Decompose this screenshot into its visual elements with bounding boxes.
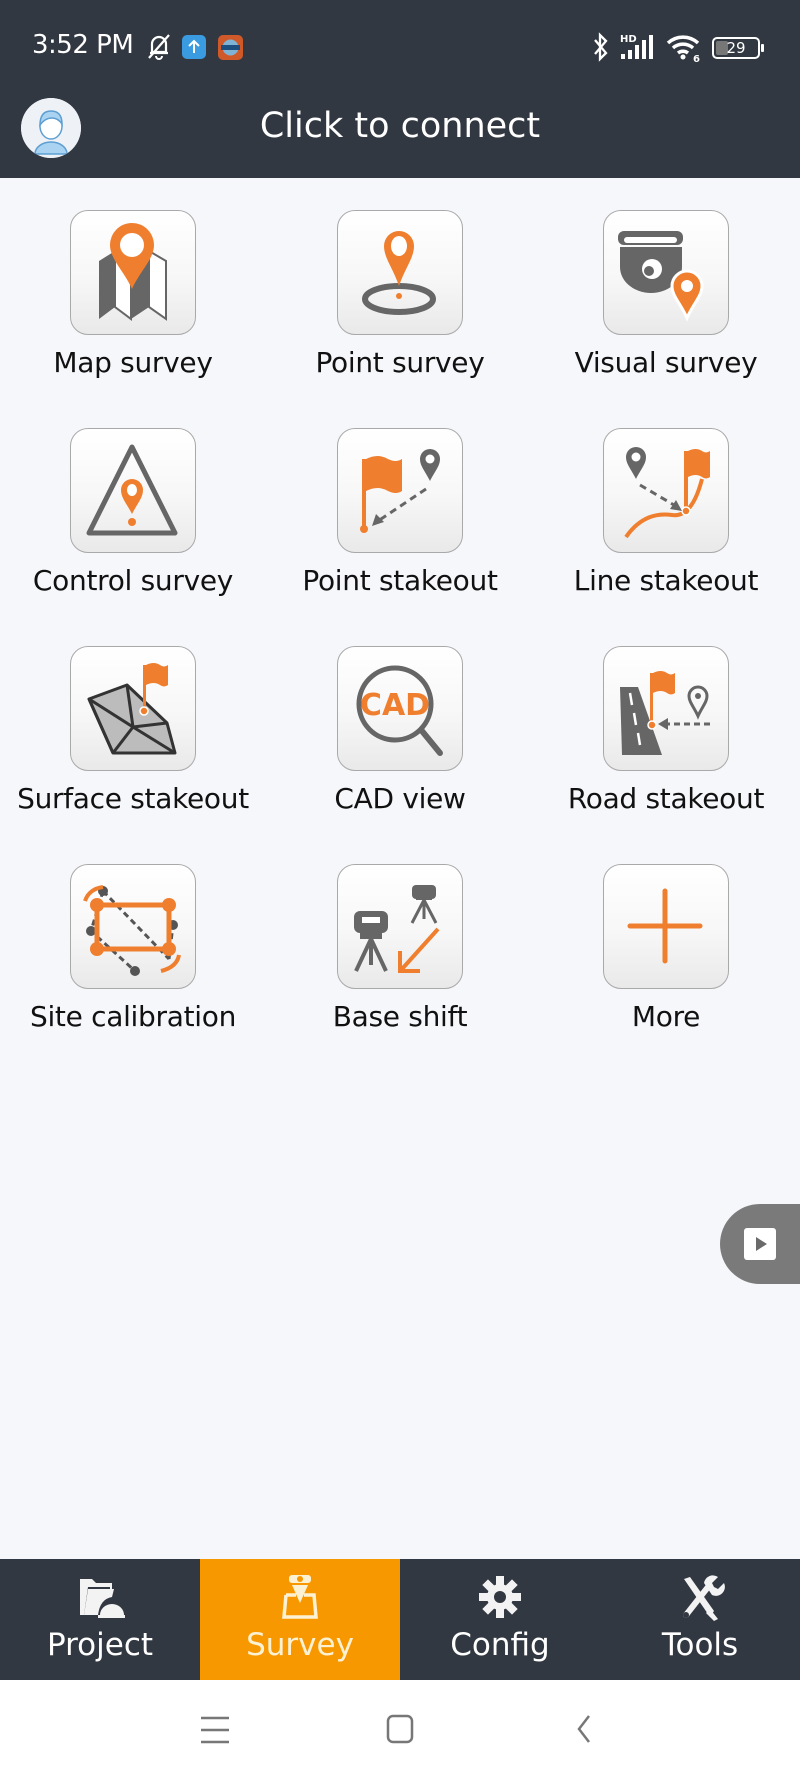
- tools-icon: [683, 1575, 725, 1621]
- bluetooth-icon: [594, 32, 608, 62]
- nav-label: Project: [46, 1627, 154, 1663]
- nav-tab-survey[interactable]: Survey: [200, 1559, 400, 1680]
- point-pin-icon: [337, 210, 463, 335]
- hd-signal-icon: HD: [620, 34, 653, 59]
- grid-item-map-survey[interactable]: Map survey: [0, 178, 266, 388]
- base-shift-icon: [337, 864, 463, 989]
- gear-icon: [479, 1576, 521, 1618]
- svg-text:6: 6: [693, 54, 700, 62]
- bottom-nav: Project Survey Config Tools: [0, 1559, 800, 1680]
- grid-item-label: More: [631, 1000, 701, 1033]
- notifications-muted-icon: [148, 34, 170, 60]
- nav-tab-tools[interactable]: Tools: [600, 1559, 800, 1680]
- survey-icon: [282, 1575, 318, 1619]
- grid-item-label: Map survey: [53, 346, 213, 379]
- nav-label: Config: [450, 1627, 550, 1663]
- triangle-pin-icon: [70, 428, 196, 553]
- wifi-6-icon: 6: [666, 35, 700, 62]
- chcnav-app-icon: [218, 35, 243, 60]
- grid-item-label: Control survey: [32, 564, 234, 597]
- grid-item-more[interactable]: More: [533, 832, 799, 1042]
- grid-item-road-stakeout[interactable]: Road stakeout: [533, 614, 799, 824]
- battery-icon: 29: [712, 37, 764, 59]
- camera-pin-icon: [603, 210, 729, 335]
- menu-icon[interactable]: [195, 1710, 235, 1750]
- cad-magnifier-icon: CAD: [337, 646, 463, 771]
- system-nav-bar: [0, 1680, 800, 1777]
- back-icon[interactable]: [565, 1710, 605, 1750]
- grid-item-line-stakeout[interactable]: Line stakeout: [533, 396, 799, 606]
- grid-item-label: Surface stakeout: [17, 782, 249, 815]
- grid-item-label: Base shift: [332, 1000, 468, 1033]
- grid-item-base-shift[interactable]: Base shift: [267, 832, 533, 1042]
- grid-item-label: Point survey: [315, 346, 485, 379]
- app-header: Click to connect: [0, 90, 800, 178]
- folder-icon: [80, 1579, 125, 1618]
- upload-app-icon: [182, 35, 206, 59]
- grid-item-label: Road stakeout: [567, 782, 765, 815]
- grid-item-visual-survey[interactable]: Visual survey: [533, 178, 799, 388]
- grid-item-cad-view[interactable]: CAD CAD view: [267, 614, 533, 824]
- grid-item-label: Site calibration: [29, 1000, 237, 1033]
- nav-tab-config[interactable]: Config: [400, 1559, 600, 1680]
- svg-text:CAD: CAD: [360, 688, 430, 723]
- play-icon: [744, 1228, 776, 1260]
- grid-item-surface-stakeout[interactable]: Surface stakeout: [0, 614, 266, 824]
- grid-item-control-survey[interactable]: Control survey: [0, 396, 266, 606]
- map-pin-icon: [70, 210, 196, 335]
- grid-item-label: CAD view: [334, 782, 466, 815]
- floating-video-button[interactable]: [720, 1204, 800, 1284]
- battery-level: 29: [726, 39, 746, 57]
- flag-line-icon: [603, 428, 729, 553]
- grid-item-point-stakeout[interactable]: Point stakeout: [267, 396, 533, 606]
- surface-flag-icon: [70, 646, 196, 771]
- calibration-icon: [70, 864, 196, 989]
- home-icon[interactable]: [380, 1710, 420, 1750]
- status-time: 3:52 PM: [32, 30, 134, 60]
- plus-icon: [603, 864, 729, 989]
- nav-tab-project[interactable]: Project: [0, 1559, 200, 1680]
- grid-item-point-survey[interactable]: Point survey: [267, 178, 533, 388]
- flag-point-icon: [337, 428, 463, 553]
- grid-item-site-calibration[interactable]: Site calibration: [0, 832, 266, 1042]
- status-bar: 3:52 PM HD 6 29: [0, 0, 800, 90]
- grid-item-label: Line stakeout: [573, 564, 759, 597]
- connect-title[interactable]: Click to connect: [0, 106, 800, 146]
- svg-text:HD: HD: [620, 34, 637, 45]
- grid-item-label: Visual survey: [574, 346, 758, 379]
- road-flag-icon: [603, 646, 729, 771]
- nav-label: Tools: [661, 1627, 739, 1663]
- grid-item-label: Point stakeout: [302, 564, 498, 597]
- nav-label: Survey: [246, 1627, 354, 1663]
